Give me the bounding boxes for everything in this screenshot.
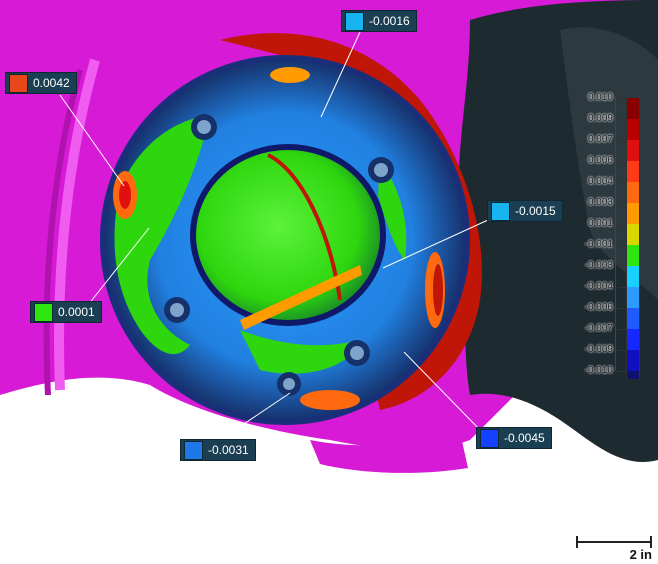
bolt-hole (374, 163, 388, 177)
legend-label: 0.001 (587, 218, 613, 229)
legend-band (626, 140, 640, 161)
bolt-hole (283, 378, 295, 390)
legend-axis (615, 98, 616, 371)
deviation-callout[interactable]: -0.0045 (476, 427, 552, 449)
legend-band (626, 371, 640, 379)
deviation-callout[interactable]: 0.0042 (5, 72, 77, 94)
legend-label: 0.007 (587, 134, 613, 145)
legend-label: -0.009 (584, 344, 613, 355)
legend-band (626, 98, 640, 119)
legend-tick (618, 98, 626, 99)
callout-value: 0.0042 (33, 76, 70, 90)
callout-swatch (9, 73, 28, 93)
deviation-map-viewport[interactable] (0, 0, 658, 564)
legend-band (626, 329, 640, 350)
legend-band (626, 266, 640, 287)
legend-tick (618, 224, 626, 225)
legend-band (626, 224, 640, 245)
legend-band (626, 350, 640, 371)
legend-band (626, 245, 640, 266)
scale-bar: 2 in (576, 534, 654, 562)
scale-bar-label: 2 in (629, 547, 652, 562)
legend-label: -0.006 (584, 302, 613, 313)
callout-swatch (345, 11, 364, 31)
legend-tick (618, 119, 626, 120)
legend-label: 0.010 (587, 92, 613, 103)
legend-band (626, 119, 640, 140)
deviation-callout[interactable]: -0.0015 (487, 200, 563, 222)
legend-tick (618, 287, 626, 288)
legend-band (626, 182, 640, 203)
legend-label: -0.007 (584, 323, 613, 334)
legend-tick (618, 266, 626, 267)
legend-label: 0.003 (587, 197, 613, 208)
legend-band (626, 308, 640, 329)
bolt-hole (170, 303, 184, 317)
legend-tick (618, 161, 626, 162)
legend-tick (618, 245, 626, 246)
callout-value: -0.0015 (515, 204, 556, 218)
legend-label: 0.009 (587, 113, 613, 124)
bolt-hole (350, 346, 364, 360)
bolt-hole (197, 120, 211, 134)
legend-band (626, 287, 640, 308)
deviation-callout[interactable]: -0.0031 (180, 439, 256, 461)
hot-spot (119, 181, 131, 209)
color-legend: 0.010 0.009 0.007 0.006 0.004 0.003 0.001 -0.00… (579, 92, 651, 394)
hot-spot (270, 67, 310, 83)
callout-value: -0.0045 (504, 431, 545, 445)
deviation-callout[interactable]: -0.0016 (341, 10, 417, 32)
legend-label: -0.010 (584, 365, 613, 376)
legend-tick (618, 140, 626, 141)
legend-label: -0.004 (584, 281, 613, 292)
legend-label: -0.003 (584, 260, 613, 271)
deviation-callout[interactable]: 0.0001 (30, 301, 102, 323)
legend-tick (618, 203, 626, 204)
scale-bar-cap (576, 536, 578, 548)
callout-swatch (491, 201, 510, 221)
legend-tick (618, 371, 626, 372)
legend-band (626, 161, 640, 182)
callout-swatch (184, 440, 203, 460)
legend-label: 0.006 (587, 155, 613, 166)
legend-tick (618, 308, 626, 309)
callout-value: 0.0001 (58, 305, 95, 319)
legend-tick (618, 329, 626, 330)
scale-bar-line (576, 541, 652, 543)
callout-swatch (34, 302, 53, 322)
legend-label: -0.001 (584, 239, 613, 250)
legend-label: 0.004 (587, 176, 613, 187)
legend-band (626, 203, 640, 224)
hot-spot (300, 390, 360, 410)
callout-swatch (480, 428, 499, 448)
legend-tick (618, 182, 626, 183)
callout-value: -0.0031 (208, 443, 249, 457)
hot-spot (433, 264, 443, 316)
legend-tick (618, 350, 626, 351)
callout-value: -0.0016 (369, 14, 410, 28)
